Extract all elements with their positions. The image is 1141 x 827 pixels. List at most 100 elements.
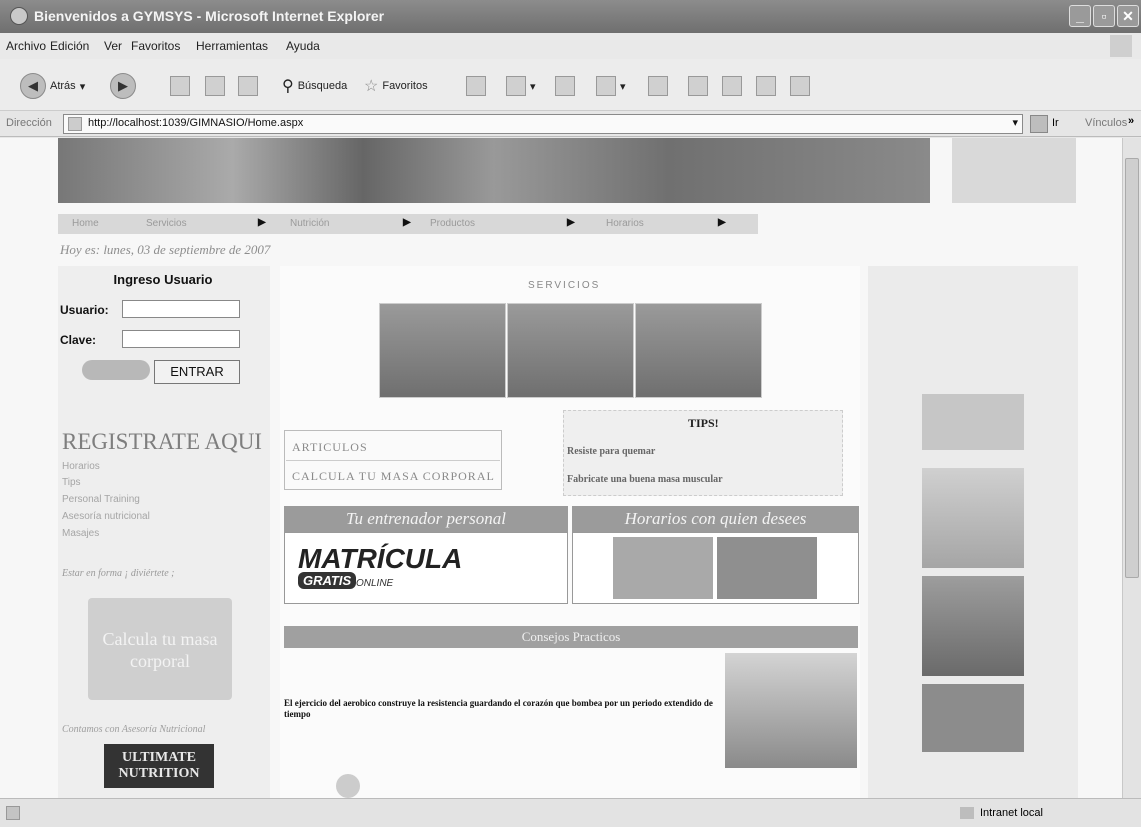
- word-icon: [596, 76, 616, 96]
- user-input[interactable]: [122, 300, 240, 318]
- discuss-button[interactable]: [648, 73, 668, 99]
- title-bar: Bienvenidos a GYMSYS - Microsoft Interne…: [0, 0, 1141, 33]
- stop-button[interactable]: [170, 73, 190, 99]
- refresh-icon: [205, 76, 225, 96]
- dropdown-arrow-icon[interactable]: ▾: [1012, 116, 1018, 129]
- service-photo: [379, 303, 506, 398]
- date-text: Hoy es: lunes, 03 de septiembre de 2007: [60, 242, 271, 257]
- go-arrow-icon[interactable]: [1030, 115, 1048, 133]
- link-tips[interactable]: Tips: [62, 477, 81, 488]
- forward-button[interactable]: ▶: [110, 73, 136, 99]
- user-label: Usuario:: [60, 303, 109, 317]
- toolbar: ◀ Atrás ▾ ▶ ⚲ Búsqueda ☆ Favoritos ▾ ▾: [0, 59, 1141, 111]
- address-input[interactable]: http://localhost:1039/GIMNASIO/Home.aspx…: [63, 114, 1023, 134]
- people-icon: [790, 76, 810, 96]
- link-horarios[interactable]: Horarios: [62, 461, 100, 472]
- service-photo: [507, 303, 634, 398]
- scrollbar-thumb[interactable]: [1125, 158, 1139, 578]
- back-button[interactable]: ◀ Atrás ▾: [20, 73, 85, 99]
- services-title: SERVICIOS: [528, 280, 601, 291]
- tips-title: TIPS!: [688, 416, 719, 430]
- fruit-image[interactable]: [922, 684, 1024, 752]
- intranet-icon: [960, 807, 974, 819]
- links-label[interactable]: Vínculos: [1085, 117, 1127, 129]
- supplement-image[interactable]: [922, 576, 1024, 676]
- login-image-button[interactable]: [82, 360, 150, 380]
- window-title: Bienvenidos a GYMSYS - Microsoft Interne…: [34, 8, 385, 24]
- exercise-text: El ejercicio del aerobico construye la r…: [284, 698, 713, 719]
- favorites-button[interactable]: ☆ Favoritos: [364, 73, 428, 99]
- nav-home[interactable]: Home: [72, 218, 99, 229]
- mail-icon: [506, 76, 526, 96]
- maximize-button[interactable]: ▫: [1093, 5, 1115, 27]
- calculate-mass-link[interactable]: CALCULA TU MASA CORPORAL: [292, 469, 495, 484]
- refresh-button[interactable]: [205, 73, 225, 99]
- enter-button[interactable]: ENTRAR: [154, 360, 240, 384]
- page-viewport: Home Servicios ▶ Nutrición ▶ Productos ▶…: [0, 138, 1122, 798]
- edit-button[interactable]: ▾: [596, 73, 626, 99]
- menu-favoritos[interactable]: Favoritos: [131, 39, 180, 53]
- ultimate-nutrition-logo[interactable]: ULTIMATE NUTRITION: [104, 744, 214, 788]
- submenu-arrow-icon: ▶: [403, 217, 411, 228]
- food-image: [613, 537, 713, 599]
- search-label: Búsqueda: [297, 80, 348, 92]
- mail-button[interactable]: ▾: [506, 73, 536, 99]
- header-banner-image: [58, 138, 930, 203]
- nav-horarios[interactable]: Horarios: [606, 218, 644, 229]
- menu-herramientas[interactable]: Herramientas: [196, 39, 268, 53]
- menu-archivo[interactable]: Archivo: [6, 39, 46, 53]
- menu-edicion[interactable]: Edición: [50, 39, 89, 53]
- athlete-image: [725, 653, 857, 768]
- login-title: Ingreso Usuario: [113, 272, 213, 287]
- print-button[interactable]: [555, 73, 575, 99]
- tip-link[interactable]: Fabricate una buena masa muscular: [567, 474, 723, 485]
- schedule-banner: Horarios con quien desees: [572, 506, 859, 532]
- link-personal-training[interactable]: Personal Training: [62, 494, 140, 505]
- vertical-scrollbar[interactable]: [1122, 138, 1141, 798]
- register-link[interactable]: REGISTRATE AQUI: [62, 429, 262, 455]
- nav-nutricion[interactable]: Nutrición: [290, 218, 329, 229]
- link-asesoria[interactable]: Asesoría nutricional: [62, 511, 150, 522]
- close-button[interactable]: ✕: [1117, 5, 1139, 27]
- menu-ayuda[interactable]: Ayuda: [286, 39, 320, 53]
- bird-icon: [336, 774, 360, 798]
- online-text: ONLINE: [356, 578, 394, 589]
- research-icon: [722, 76, 742, 96]
- submenu-arrow-icon: ▶: [718, 217, 726, 228]
- grapes-image[interactable]: [922, 468, 1024, 568]
- tip-link[interactable]: Resiste para quemar: [567, 446, 655, 457]
- history-button[interactable]: [466, 73, 486, 99]
- gratis-badge: GRATIS: [298, 572, 357, 589]
- minimize-button[interactable]: _: [1069, 5, 1091, 27]
- home-button[interactable]: [238, 73, 258, 99]
- schedule-box[interactable]: [572, 532, 859, 604]
- research-button[interactable]: [722, 73, 742, 99]
- nav-menu: Home Servicios ▶ Nutrición ▶ Productos ▶…: [58, 214, 758, 234]
- search-button[interactable]: ⚲ Búsqueda: [282, 73, 347, 99]
- tips-header-bar: Consejos Practicos: [284, 626, 858, 648]
- submenu-arrow-icon: ▶: [567, 217, 575, 228]
- chevron-right-icon[interactable]: »: [1128, 115, 1134, 127]
- service-photo: [635, 303, 762, 398]
- menu-bar: Archivo Edición Ver Favoritos Herramient…: [0, 33, 1141, 59]
- password-input[interactable]: [122, 330, 240, 348]
- go-button[interactable]: Ir: [1052, 117, 1059, 129]
- banner-ad-image[interactable]: [922, 394, 1024, 450]
- address-url: http://localhost:1039/GIMNASIO/Home.aspx: [88, 117, 304, 129]
- articles-link[interactable]: ARTICULOS: [292, 440, 368, 455]
- tagline-text: Estar en forma ¡ diviértete ;: [62, 568, 175, 579]
- forward-arrow-icon: ▶: [110, 73, 136, 99]
- messenger-icon: [756, 76, 776, 96]
- globe-button[interactable]: [688, 73, 708, 99]
- messenger-button[interactable]: [756, 73, 776, 99]
- nav-servicios[interactable]: Servicios: [146, 218, 187, 229]
- nav-productos[interactable]: Productos: [430, 218, 475, 229]
- advisor-text: Contamos con Asesoría Nutricional: [62, 724, 206, 735]
- print-icon: [555, 76, 575, 96]
- people-button[interactable]: [790, 73, 810, 99]
- page-icon: [68, 117, 82, 131]
- menu-ver[interactable]: Ver: [104, 39, 122, 53]
- address-label: Dirección: [6, 117, 52, 129]
- link-masajes[interactable]: Masajes: [62, 528, 99, 539]
- windows-logo-icon: [1110, 35, 1132, 57]
